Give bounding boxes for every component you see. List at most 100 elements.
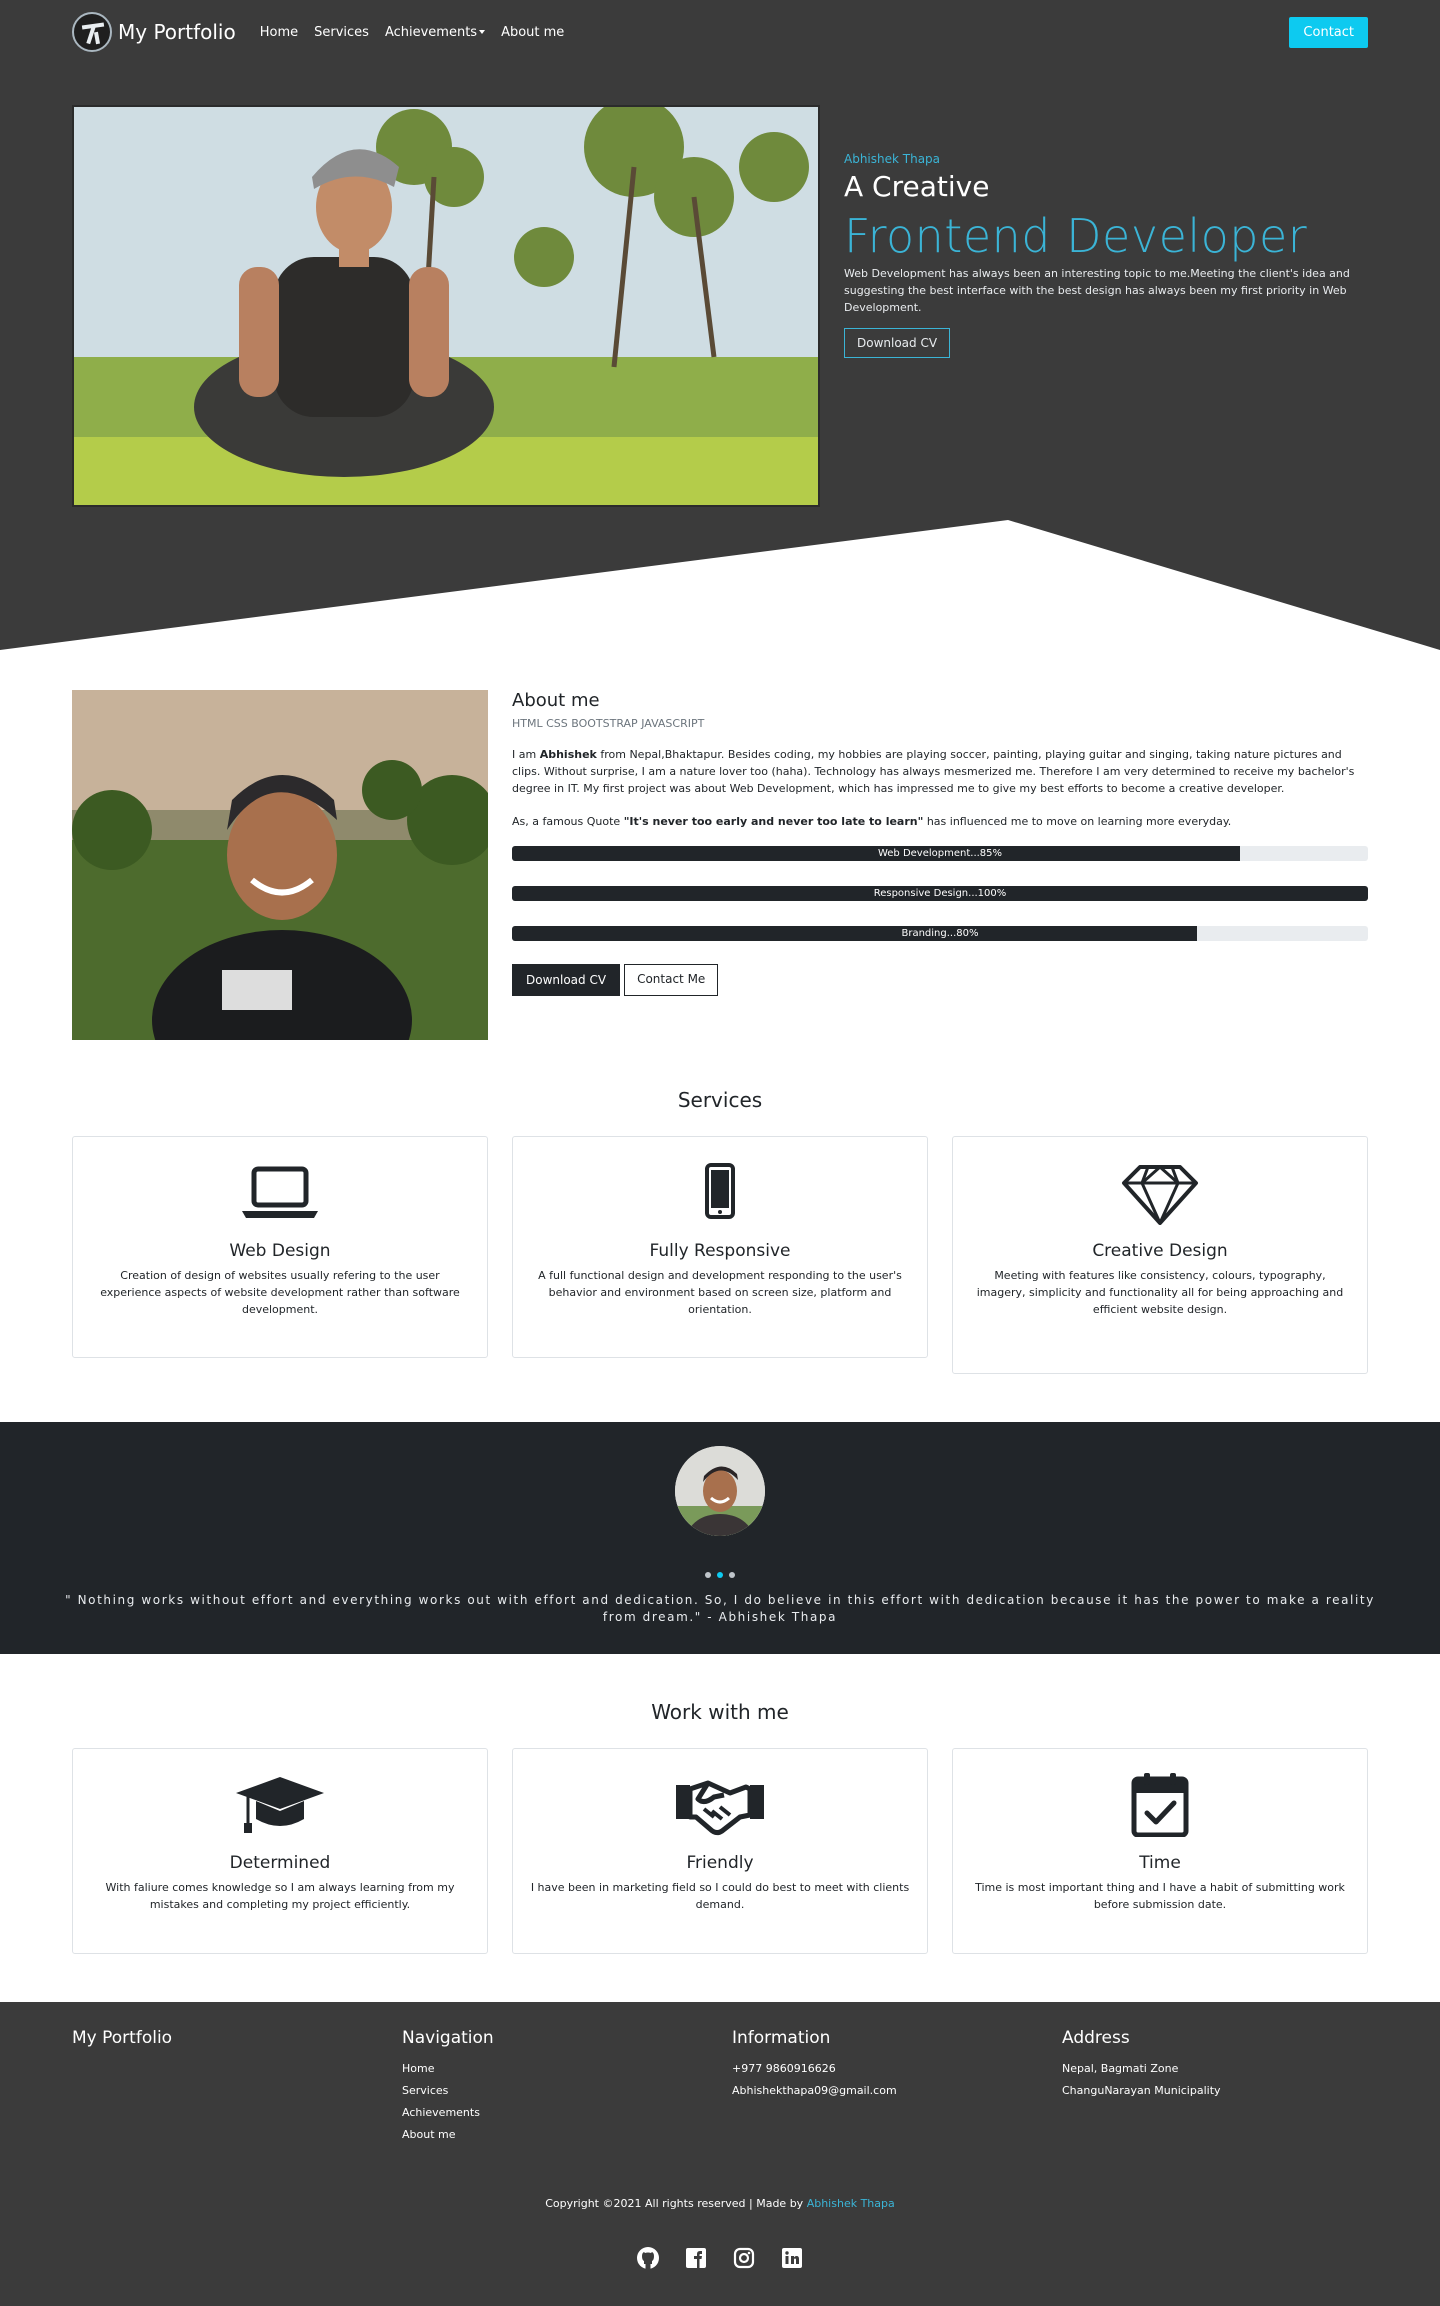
about-title: About me	[512, 690, 600, 711]
navbar: My Portfolio Home Services Achievements …	[72, 0, 1368, 64]
progress-label: Web Development...85%	[877, 848, 1003, 859]
hero-download-cv-button[interactable]: Download CV	[844, 328, 951, 358]
quote-avatar-art	[675, 1446, 765, 1536]
logo[interactable]: My Portfolio	[72, 12, 236, 52]
copyright: Copyright ©2021 All rights reserved | Ma…	[72, 2197, 1368, 2210]
nav-achievements[interactable]: Achievements	[384, 24, 486, 40]
contact-me-button[interactable]: Contact Me	[624, 964, 719, 996]
about-photo	[72, 690, 488, 1040]
social-links	[72, 2246, 1368, 2270]
work-card-time: Time Time is most important thing and I …	[952, 1748, 1368, 1954]
service-title: Fully Responsive	[649, 1241, 791, 1261]
progress-bar-branding: Branding...80%	[512, 926, 1368, 941]
service-card-creative-design: Creative Design Meeting with features li…	[952, 1136, 1368, 1374]
footer-link-achievements[interactable]: Achievements	[402, 2106, 732, 2119]
skill-bars: Web Development...85% Responsive Design.…	[512, 846, 1368, 941]
about-p2-rest: has influenced me to move on learning mo…	[923, 815, 1232, 828]
hero-tagline: A Creative	[844, 170, 990, 203]
about-paragraph-1: I am Abhishek from Nepal,Bhaktapur. Besi…	[512, 746, 1368, 797]
hero-section: My Portfolio Home Services Achievements …	[0, 0, 1440, 650]
work-card-title: Time	[1139, 1853, 1181, 1873]
work-card-determined: Determined With faliure comes knowledge …	[72, 1748, 488, 1954]
work-section: Work with me Determined With faliure com…	[0, 1654, 1440, 2002]
about-p1-name: Abhishek	[539, 748, 597, 761]
service-card-fully-responsive: Fully Responsive A full functional desig…	[512, 1136, 928, 1358]
service-text: A full functional design and development…	[538, 1269, 902, 1316]
carousel-indicators	[0, 1572, 1440, 1578]
footer-information-column: Information +977 9860916626 Abhishekthap…	[732, 2028, 1062, 2141]
work-card-text: Time is most important thing and I have …	[975, 1881, 1345, 1911]
footer: My Portfolio Navigation Home Services Ac…	[0, 2002, 1440, 2306]
footer-navigation-column: Navigation Home Services Achievements Ab…	[402, 2028, 732, 2141]
progress-bar-web-development: Web Development...85%	[512, 846, 1368, 861]
diamond-icon	[1122, 1165, 1198, 1225]
nav-menu: Home Services Achievements About me	[260, 25, 581, 40]
work-card-text: With faliure comes knowledge so I am alw…	[105, 1881, 455, 1911]
about-download-cv-button[interactable]: Download CV	[512, 964, 621, 996]
footer-address-line-1: Nepal, Bagmati Zone	[1062, 2062, 1179, 2075]
nav-services[interactable]: Services	[314, 25, 369, 40]
brand-name[interactable]: My Portfolio	[118, 20, 236, 44]
nav-home[interactable]: Home	[260, 25, 298, 40]
work-cards: Determined With faliure comes knowledge …	[72, 1748, 1368, 1954]
carousel-dot-active[interactable]	[717, 1572, 723, 1578]
calendar-check-icon	[1131, 1773, 1189, 1838]
service-text: Meeting with features like consistency, …	[976, 1269, 1344, 1316]
work-card-text: I have been in marketing field so I coul…	[530, 1881, 910, 1911]
footer-email[interactable]: Abhishekthapa09@gmail.com	[732, 2084, 1062, 2097]
progress-label: Responsive Design...100%	[873, 888, 1007, 899]
footer-brand-column: My Portfolio	[72, 2028, 402, 2141]
about-p1-rest: from Nepal,Bhaktapur. Besides coding, my…	[512, 748, 1355, 795]
phone-icon	[705, 1163, 735, 1219]
copyright-text: Copyright ©2021 All rights reserved | Ma…	[545, 2197, 807, 2210]
linkedin-icon[interactable]	[780, 2246, 804, 2270]
service-card-web-design: Web Design Creation of design of website…	[72, 1136, 488, 1358]
about-copy: About me HTML CSS BOOTSTRAP JAVASCRIPT I…	[512, 690, 1368, 996]
work-card-title: Determined	[229, 1853, 331, 1873]
carousel-dot[interactable]	[729, 1572, 735, 1578]
hero-description: Web Development has always been an inter…	[844, 267, 1350, 314]
footer-nav-title: Navigation	[402, 2028, 494, 2048]
hero-copy: Abhishek Thapa A Creative Frontend Devel…	[844, 152, 1364, 358]
about-photo-art	[72, 690, 488, 1040]
hero-photo	[72, 105, 820, 507]
footer-link-about[interactable]: About me	[402, 2128, 732, 2141]
about-section: About me HTML CSS BOOTSTRAP JAVASCRIPT I…	[0, 650, 1440, 1050]
copyright-author-link[interactable]: Abhishek Thapa	[807, 2197, 895, 2210]
hero-photo-art	[74, 107, 818, 505]
facebook-icon[interactable]	[684, 2246, 708, 2270]
service-title: Creative Design	[1092, 1241, 1228, 1261]
work-card-title: Friendly	[686, 1853, 754, 1873]
about-paragraph-2: As, a famous Quote "It's never too early…	[512, 813, 1368, 830]
about-p1-lead: I am	[512, 748, 540, 761]
contact-button[interactable]: Contact	[1289, 16, 1368, 48]
footer-link-services[interactable]: Services	[402, 2084, 732, 2097]
services-cards: Web Design Creation of design of website…	[72, 1136, 1368, 1374]
footer-address-line-2: ChanguNarayan Municipality	[1062, 2084, 1221, 2097]
hero-role: Frontend Developer	[844, 209, 1308, 263]
nav-about[interactable]: About me	[501, 25, 564, 40]
services-section: Services Web Design Creation of design o…	[0, 1050, 1440, 1422]
about-buttons: Download CV Contact Me	[512, 964, 1368, 996]
handshake-icon	[676, 1780, 764, 1836]
hero-name: Abhishek Thapa	[844, 152, 941, 166]
caret-down-icon	[479, 30, 486, 34]
about-p2-quote: "It's never too early and never too late…	[623, 815, 924, 828]
quote-avatar	[675, 1446, 765, 1536]
about-p2-lead: As, a famous Quote	[512, 815, 624, 828]
github-icon[interactable]	[636, 2246, 660, 2270]
quote-section: " Nothing works without effort and every…	[0, 1422, 1440, 1654]
work-card-friendly: Friendly I have been in marketing field …	[512, 1748, 928, 1954]
footer-address-title: Address	[1062, 2028, 1130, 2048]
quote-text: " Nothing works without effort and every…	[65, 1593, 1375, 1624]
nav-achievements-label: Achievements	[384, 24, 478, 40]
footer-info-title: Information	[732, 2028, 831, 2048]
services-title: Services	[677, 1088, 763, 1112]
instagram-icon[interactable]	[732, 2246, 756, 2270]
carousel-dot[interactable]	[705, 1572, 711, 1578]
footer-columns: My Portfolio Navigation Home Services Ac…	[72, 2028, 1368, 2141]
service-title: Web Design	[229, 1241, 331, 1261]
footer-brand: My Portfolio	[72, 2028, 173, 2048]
footer-link-home[interactable]: Home	[402, 2062, 732, 2075]
footer-address-column: Address Nepal, Bagmati Zone ChanguNaraya…	[1062, 2028, 1368, 2141]
